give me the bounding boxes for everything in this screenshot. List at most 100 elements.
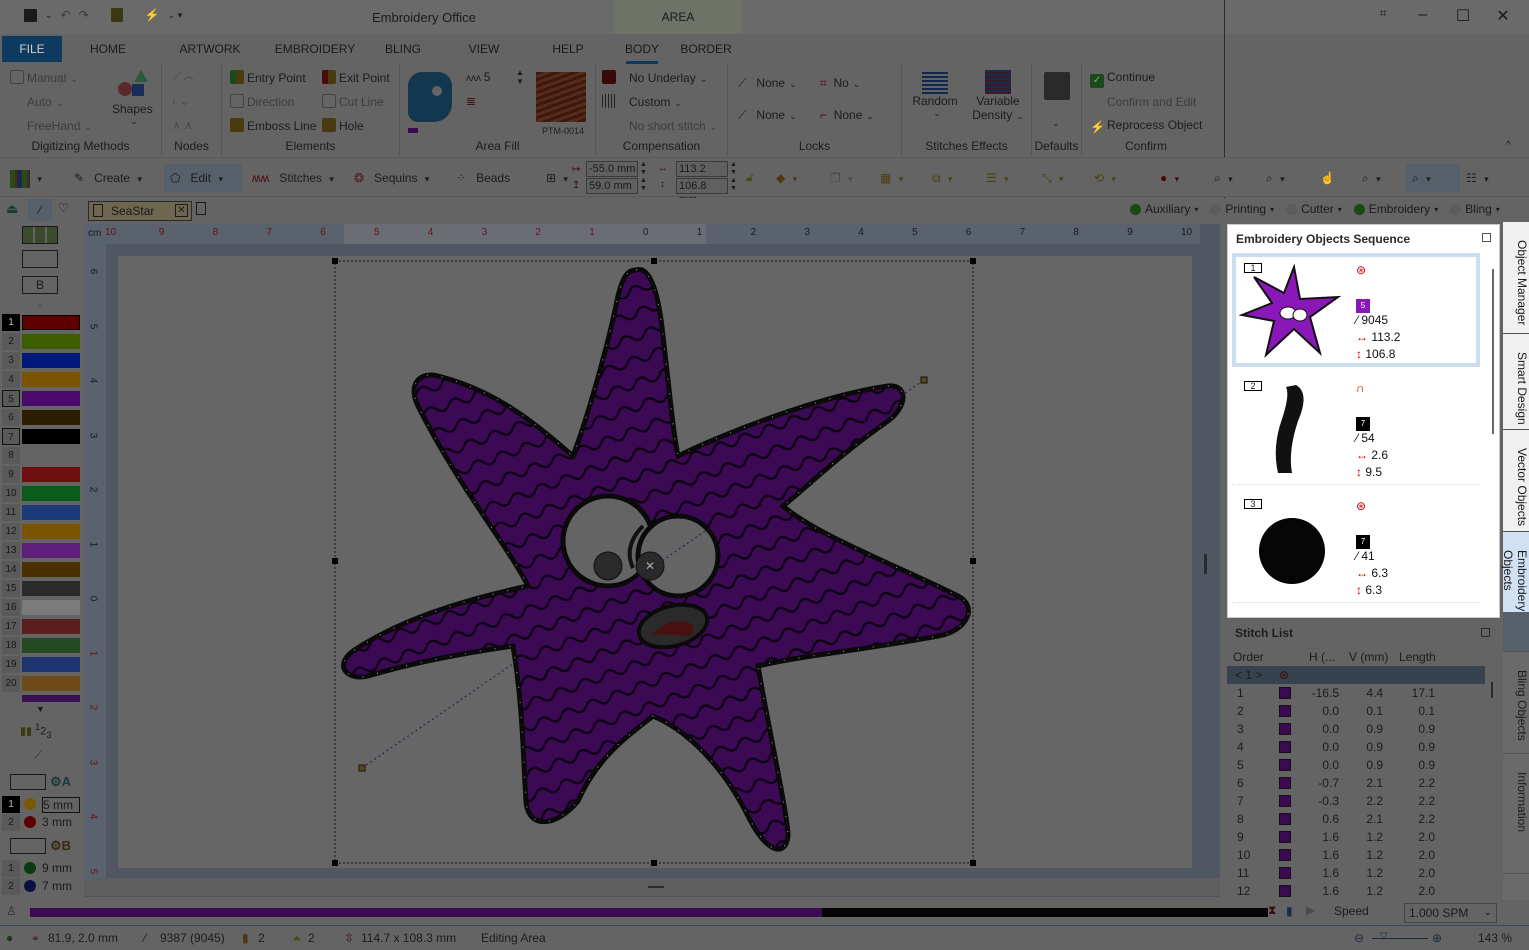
sequin-set-b-button[interactable]: ⚙B xyxy=(50,838,71,854)
arrange-button[interactable]: ▦ ▾ xyxy=(880,164,903,192)
sequin-row[interactable]: 2 3 mm xyxy=(2,814,80,831)
thread-color-row[interactable]: 6 xyxy=(2,409,80,426)
reprocess-object-button[interactable]: ⚡ Reprocess Object xyxy=(1090,118,1202,134)
thread-swatch[interactable] xyxy=(22,676,80,691)
thread-swatch[interactable] xyxy=(22,543,80,558)
close-icon[interactable]: ✕ xyxy=(1483,6,1523,26)
thread-swatch[interactable] xyxy=(22,505,80,520)
scroll-up-icon[interactable]: ▲ xyxy=(36,300,44,309)
stitch-row[interactable]: 1 -16.5 4.4 17.1 xyxy=(1227,684,1485,702)
fill-color-button[interactable]: ◆ ▾ xyxy=(776,164,797,192)
thread-color-row[interactable]: 20 xyxy=(2,675,80,692)
thread-swatch[interactable] xyxy=(22,334,80,349)
thread-charts-button[interactable]: ▾ xyxy=(10,164,42,192)
fill-lines-icon[interactable]: ≣ xyxy=(466,94,476,108)
thread-color-row[interactable]: 11 xyxy=(2,504,80,521)
design-canvas[interactable]: cm 10 9 8 7 6 5 4 3 2 1 0 1 2 3 4 5 6 7 8 9 10 654321012345 xyxy=(84,224,1220,897)
stitch-list-scrollbar[interactable] xyxy=(1491,682,1493,698)
defaults-dropdown[interactable]: ⌄ xyxy=(1052,118,1060,129)
thread-color-row[interactable]: 1 xyxy=(2,314,80,331)
thread-swatch[interactable] xyxy=(22,657,80,672)
palette-view-icon[interactable] xyxy=(22,226,58,244)
thread-swatch[interactable] xyxy=(22,429,80,444)
stitch-row[interactable]: 8 0.6 2.1 2.2 xyxy=(1227,810,1485,828)
tab-help[interactable]: HELP xyxy=(546,36,590,62)
layer-filter-printing[interactable]: Printing ▾ xyxy=(1210,202,1274,216)
stitch-row[interactable]: 6 -0.7 2.1 2.2 xyxy=(1227,774,1485,792)
confirm-edit-button[interactable]: Confirm and Edit xyxy=(1090,94,1196,109)
hoop-area[interactable]: ✕ xyxy=(118,256,1192,868)
panel-maximize-icon[interactable] xyxy=(1482,233,1491,242)
layer-filter-auxiliary[interactable]: Auxiliary ▾ xyxy=(1130,202,1198,216)
thread-color-row[interactable]: 3 xyxy=(2,352,80,369)
fill-type-icon[interactable] xyxy=(408,72,452,122)
thread-sort-button[interactable]: ▮▮ 123 xyxy=(20,722,51,740)
thread-color-row[interactable]: 15 xyxy=(2,580,80,597)
height-input[interactable]: 106.8 mm xyxy=(676,178,728,206)
thread-swatch[interactable] xyxy=(22,638,80,653)
collapse-ribbon-icon[interactable]: ^ xyxy=(1506,140,1511,151)
resize-button[interactable]: ⤡ ▾ xyxy=(1042,164,1063,192)
reference-point-dropdown[interactable]: ⊞ ▾ xyxy=(546,164,568,192)
tab-embroidery[interactable]: EMBROIDERY xyxy=(272,36,358,62)
sequin-row[interactable]: 2 7 mm xyxy=(2,878,80,895)
beads-button[interactable]: ⁘ Beads xyxy=(456,164,510,192)
document-tab[interactable]: SeaStar ✕ xyxy=(88,201,192,221)
align-button[interactable]: ☰ ▾ xyxy=(986,164,1009,192)
freehand-button[interactable]: FreeHand ⌄ xyxy=(10,118,92,133)
speed-dropdown[interactable]: 1.000 SPM ⌄ xyxy=(1404,903,1497,923)
thread-swatch[interactable] xyxy=(22,410,80,425)
defaults-icon[interactable] xyxy=(1044,72,1070,100)
density-spinner[interactable]: ▲ ▼ xyxy=(516,68,524,86)
tab-body[interactable]: BODY xyxy=(620,36,664,64)
sequence-item[interactable]: 2 ∩ 7 ⁄ 54 ↔ 2.6 ↕ 9.5 xyxy=(1232,371,1480,485)
stitch-row[interactable]: 2 0.0 0.1 0.1 xyxy=(1227,702,1485,720)
step-icon[interactable]: ▮ xyxy=(1286,904,1293,918)
layer-toggle-icon[interactable] xyxy=(1286,203,1298,215)
group-button[interactable]: ❐ ▾ xyxy=(830,164,853,192)
zoom-object-button[interactable]: ● ▾ xyxy=(1160,164,1179,192)
size-spinner[interactable]: ▲ ▼ ▲ ▼ xyxy=(730,161,737,193)
thread-color-row[interactable]: 8 xyxy=(2,447,80,464)
thread-color-row[interactable]: 18 xyxy=(2,637,80,654)
stitch-row[interactable]: 4 0.0 0.9 0.9 xyxy=(1227,738,1485,756)
node-curve-icon[interactable]: ⋏ ⋏ xyxy=(172,118,193,132)
stitches-button[interactable]: ʍʍ Stitches ▾ xyxy=(252,164,334,192)
thread-swatch[interactable] xyxy=(22,600,80,615)
width-input[interactable]: 113.2 mm xyxy=(676,161,728,189)
node-line-icon[interactable]: ⟋ ⌒ xyxy=(172,70,193,85)
trim-start-dropdown[interactable]: ⌗ No ⌄ xyxy=(820,76,860,91)
stitch-row[interactable]: 11 1.6 1.2 2.0 xyxy=(1227,864,1485,882)
side-tab-information[interactable]: Information xyxy=(1503,754,1529,874)
thread-swatch[interactable] xyxy=(22,695,80,702)
exit-point-button[interactable]: Exit Point xyxy=(322,70,390,85)
horizontal-scrollbar[interactable] xyxy=(84,878,1220,896)
thread-color-row[interactable]: 4 xyxy=(2,371,80,388)
stitch-row[interactable]: 10 1.6 1.2 2.0 xyxy=(1227,846,1485,864)
screenshot-icon[interactable]: ⌗ xyxy=(1363,6,1403,26)
direction-button[interactable]: Direction xyxy=(230,94,294,109)
zoom-height-button[interactable]: ⌕ ▾ xyxy=(1266,164,1285,192)
layer-toggle-icon[interactable] xyxy=(1353,203,1365,215)
paste-icon[interactable] xyxy=(110,8,123,22)
redo-icon[interactable]: ↷ xyxy=(79,8,89,22)
layer-toggle-icon[interactable] xyxy=(1450,203,1462,215)
sequins-button[interactable]: ❂ Sequins ▾ xyxy=(354,164,429,192)
trim-end-dropdown[interactable]: ⌐ None ⌄ xyxy=(820,108,874,122)
angle-handle-start[interactable] xyxy=(358,764,366,772)
thread-swatch[interactable] xyxy=(22,524,80,539)
col-order[interactable]: Order xyxy=(1233,650,1264,664)
combine-button[interactable]: ⧉ ▾ xyxy=(932,164,952,192)
layer-toggle-icon[interactable] xyxy=(1130,203,1141,215)
side-tab-bling-objects[interactable]: Bling Objects xyxy=(1503,652,1529,754)
eyedropper-icon[interactable]: ⟋ xyxy=(34,748,42,763)
side-tab-object-manager[interactable]: Object Manager xyxy=(1503,222,1529,334)
stitch-row[interactable]: 12 1.6 1.2 2.0 xyxy=(1227,882,1485,900)
manual-button[interactable]: Manual ⌄ xyxy=(10,70,78,85)
thread-color-row[interactable]: 12 xyxy=(2,523,80,540)
customize-icon[interactable]: ⌄ ▾ xyxy=(168,10,183,21)
left-pupil[interactable] xyxy=(593,551,623,581)
thread-color-row[interactable]: 13 xyxy=(2,542,80,559)
vertical-scrollbar[interactable] xyxy=(1204,554,1207,574)
continue-button[interactable]: ✓ Continue xyxy=(1090,70,1155,88)
